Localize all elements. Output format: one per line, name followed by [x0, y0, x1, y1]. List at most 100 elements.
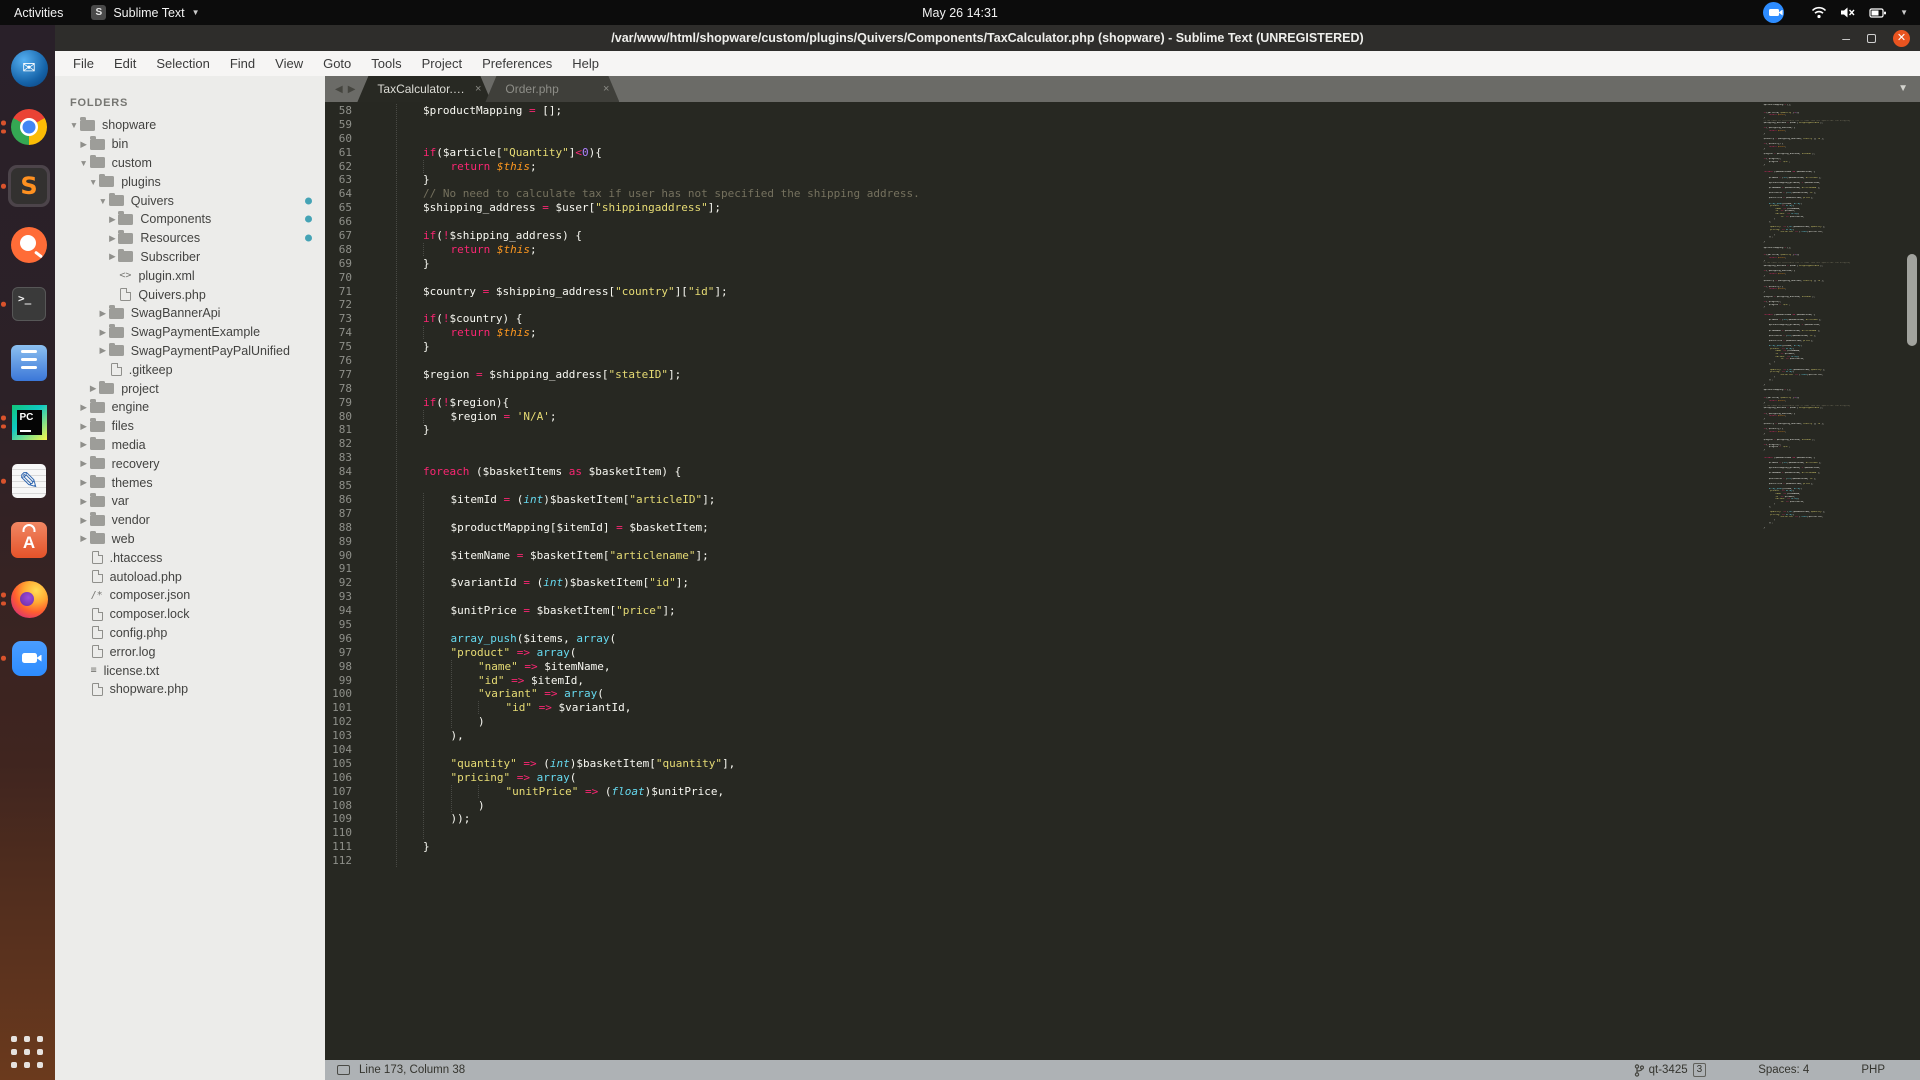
- title-bar[interactable]: /var/www/html/shopware/custom/plugins/Qu…: [55, 25, 1920, 51]
- tree-item-config.php[interactable]: config.php: [55, 624, 325, 643]
- tree-item-label: vendor: [111, 513, 150, 528]
- tree-item-themes[interactable]: ▶ themes: [55, 473, 325, 492]
- tree-item-error.log[interactable]: error.log: [55, 642, 325, 661]
- dock-gedit[interactable]: ✎: [1, 460, 50, 502]
- line-number: 95: [338, 617, 352, 631]
- tree-item-recovery[interactable]: ▶ recovery: [55, 454, 325, 473]
- tree-item-engine[interactable]: ▶ engine: [55, 398, 325, 417]
- screenshare-indicator-icon[interactable]: [1763, 2, 1785, 23]
- dock-postman[interactable]: [8, 224, 50, 266]
- dock-files[interactable]: [8, 342, 50, 384]
- dock-terminal[interactable]: >_: [1, 283, 50, 325]
- tree-item-web[interactable]: ▶ web: [55, 530, 325, 549]
- menu-preferences[interactable]: Preferences: [472, 51, 562, 76]
- tree-item-plugin.xml[interactable]: <> plugin.xml: [55, 266, 325, 285]
- dock-sublime[interactable]: S: [1, 165, 50, 207]
- dock-firefox[interactable]: [1, 578, 50, 620]
- system-tray[interactable]: ▼: [1763, 2, 1920, 23]
- menu-goto[interactable]: Goto: [313, 51, 361, 76]
- code-line: 88 $productMapping[$itemId] = $basketIte…: [325, 520, 1920, 535]
- pycharm-icon: PC: [11, 404, 47, 440]
- tree-item-composer.json[interactable]: /* composer.json: [55, 586, 325, 605]
- tree-item-Quivers[interactable]: ▼ Quivers: [55, 191, 325, 210]
- tree-item-bin[interactable]: ▶ bin: [55, 135, 325, 154]
- code-line: 101 "id" => $variantId,: [325, 701, 1920, 715]
- cursor-position[interactable]: Line 173, Column 38: [359, 1064, 465, 1076]
- tree-item-Quivers.php[interactable]: Quivers.php: [55, 285, 325, 304]
- clock[interactable]: May 26 14:31: [0, 6, 1920, 20]
- tab-TaxCalculator.php[interactable]: TaxCalculator.php ×: [357, 76, 491, 102]
- syntax-setting[interactable]: PHP: [1861, 1064, 1885, 1076]
- text-file-icon: ≡: [90, 665, 97, 676]
- dock-software[interactable]: A: [8, 519, 50, 561]
- restore-button[interactable]: [1867, 33, 1876, 43]
- show-applications-button[interactable]: [11, 1036, 45, 1070]
- tree-item-license.txt[interactable]: ≡ license.txt: [55, 661, 325, 680]
- menu-find[interactable]: Find: [220, 51, 265, 76]
- tree-item-files[interactable]: ▶ files: [55, 417, 325, 436]
- code-editor[interactable]: 58 $productMapping = []; 59 60 61 if($art…: [325, 104, 1920, 1060]
- tab-close-icon[interactable]: ×: [595, 83, 609, 95]
- line-number: 69: [338, 256, 352, 270]
- line-number: 93: [338, 590, 352, 604]
- tab-scroll-left-icon[interactable]: ◀: [335, 84, 343, 95]
- menu-selection[interactable]: Selection: [146, 51, 219, 76]
- tree-item-plugins[interactable]: ▼ plugins: [55, 172, 325, 191]
- tree-item-label: .gitkeep: [128, 362, 173, 377]
- tree-item-.htaccess[interactable]: .htaccess: [55, 548, 325, 567]
- code-line: 65 $shipping_address = $user["shippingad…: [325, 201, 1920, 215]
- dock-thunderbird[interactable]: ✉: [8, 47, 50, 89]
- tree-item-Resources[interactable]: ▶ Resources: [55, 229, 325, 248]
- dock-pycharm[interactable]: PC: [1, 401, 50, 443]
- scrollbar-thumb[interactable]: [1907, 254, 1917, 346]
- file-icon: [91, 645, 103, 659]
- line-number: 66: [338, 215, 352, 229]
- git-branch-status[interactable]: qt-3425 3: [1634, 1063, 1707, 1077]
- tree-item-custom[interactable]: ▼ custom: [55, 154, 325, 173]
- close-button[interactable]: ✕: [1893, 29, 1910, 47]
- tree-item-shopware.php[interactable]: shopware.php: [55, 680, 325, 699]
- menu-tools[interactable]: Tools: [361, 51, 411, 76]
- app-menu[interactable]: S Sublime Text ▼: [91, 0, 200, 25]
- tree-item-var[interactable]: ▶ var: [55, 492, 325, 511]
- menu-help[interactable]: Help: [562, 51, 609, 76]
- tab-close-icon[interactable]: ×: [467, 83, 481, 95]
- tree-item-Subscriber[interactable]: ▶ Subscriber: [55, 248, 325, 267]
- menu-file[interactable]: File: [63, 51, 104, 76]
- tree-item-label: Quivers.php: [138, 287, 206, 302]
- line-number: 78: [338, 381, 352, 395]
- tree-item-SwagPaymentPayPalUnified[interactable]: ▶ SwagPaymentPayPalUnified: [55, 342, 325, 361]
- dock-chrome[interactable]: [1, 106, 50, 148]
- menu-project[interactable]: Project: [412, 51, 472, 76]
- tree-item-Components[interactable]: ▶ Components: [55, 210, 325, 229]
- code-line: 99 "id" => $itemId,: [325, 673, 1920, 688]
- tree-item-project[interactable]: ▶ project: [55, 379, 325, 398]
- tree-item-composer.lock[interactable]: composer.lock: [55, 605, 325, 624]
- panel-toggle-icon[interactable]: [337, 1065, 350, 1075]
- tab-Order.php[interactable]: Order.php ×: [485, 76, 619, 102]
- tree-item-autoload.php[interactable]: autoload.php: [55, 567, 325, 586]
- chevron-down-icon: ▼: [88, 176, 98, 187]
- menu-view[interactable]: View: [265, 51, 313, 76]
- tree-item-shopware[interactable]: ▼ shopware: [55, 116, 325, 135]
- tree-item-SwagBannerApi[interactable]: ▶ SwagBannerApi: [55, 304, 325, 323]
- folder-icon: [89, 455, 105, 470]
- tree-item-SwagPaymentExample[interactable]: ▶ SwagPaymentExample: [55, 323, 325, 342]
- menu-edit[interactable]: Edit: [104, 51, 146, 76]
- modified-badge: [305, 215, 312, 223]
- tree-item-.gitkeep[interactable]: .gitkeep: [55, 360, 325, 379]
- activities-button[interactable]: Activities: [0, 0, 77, 25]
- code-line: 106 "pricing" => array(: [325, 770, 1920, 785]
- files-icon: [11, 345, 47, 381]
- minimize-button[interactable]: –: [1842, 31, 1850, 45]
- tab-overflow-icon[interactable]: ▼: [1898, 83, 1908, 94]
- tab-scroll-right-icon[interactable]: ▶: [348, 84, 356, 95]
- chevron-right-icon: ▶: [109, 213, 116, 224]
- dock-zoom[interactable]: [1, 637, 50, 679]
- tree-item-media[interactable]: ▶ media: [55, 436, 325, 455]
- minimap[interactable]: $productMapping = []; if($article["Quant…: [1753, 104, 1850, 542]
- tree-item-vendor[interactable]: ▶ vendor: [55, 511, 325, 530]
- indentation-setting[interactable]: Spaces: 4: [1758, 1064, 1809, 1076]
- line-number: 99: [338, 673, 352, 687]
- line-number: 108: [332, 798, 352, 812]
